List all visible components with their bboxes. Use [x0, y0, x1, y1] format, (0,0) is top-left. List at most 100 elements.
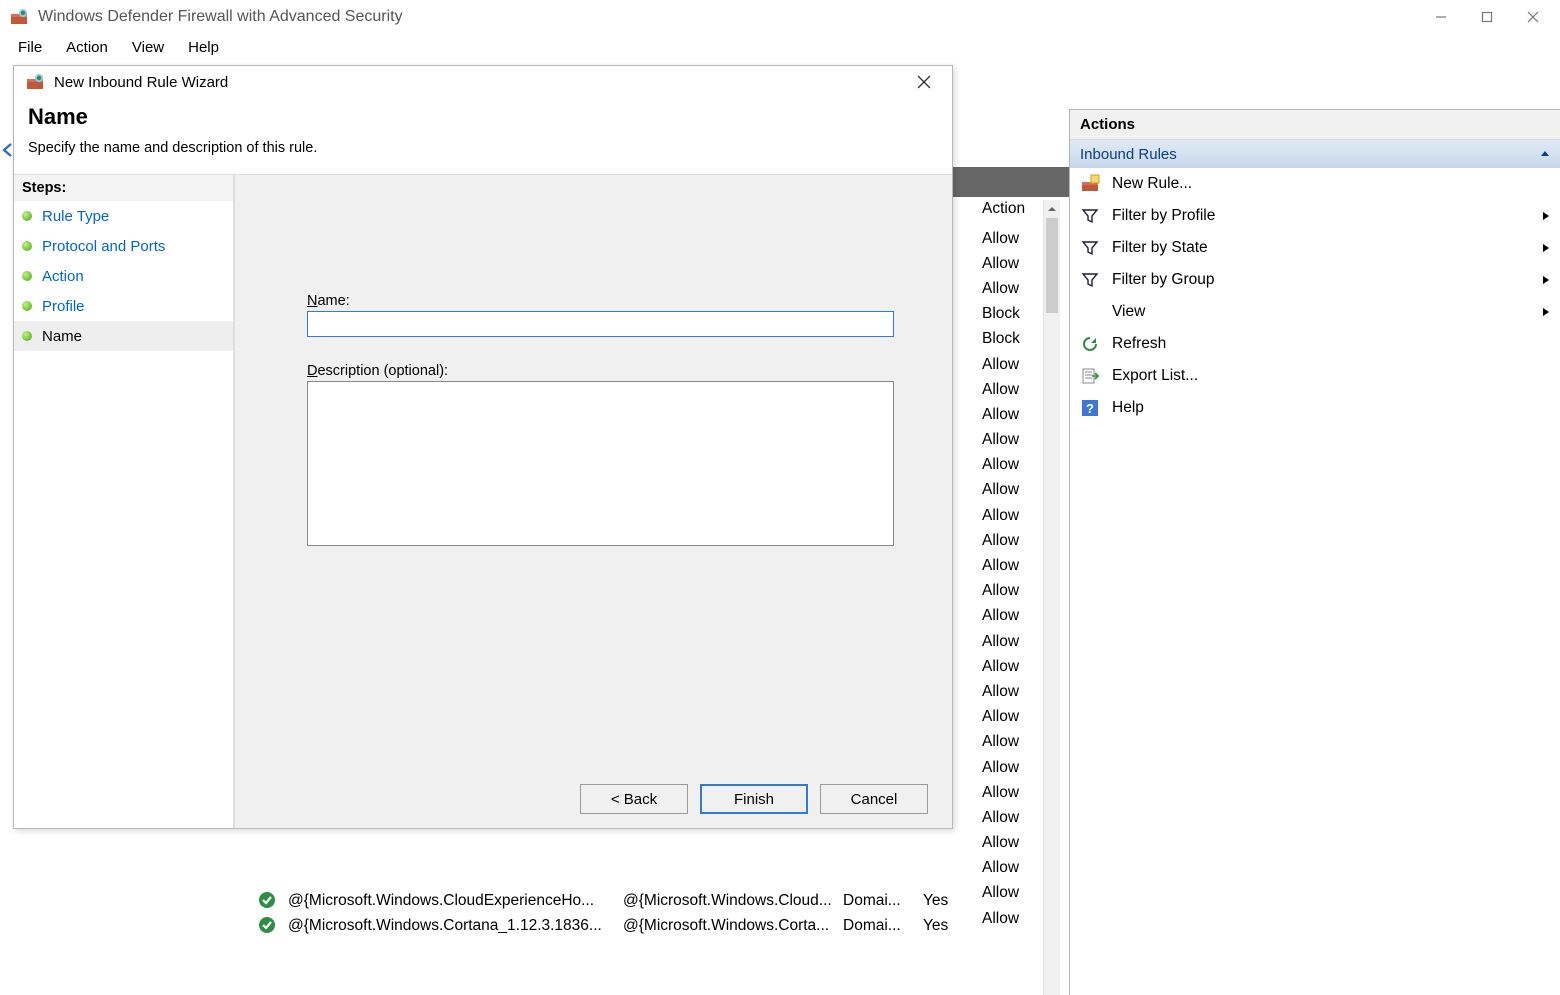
action-filter-group-label: Filter by Group: [1112, 271, 1215, 289]
rule-action-cell[interactable]: Allow: [980, 579, 1040, 604]
rules-list-scrollbar[interactable]: [1043, 200, 1060, 995]
wizard-title: New Inbound Rule Wizard: [54, 74, 228, 91]
rule-action-cell[interactable]: Allow: [980, 629, 1040, 654]
step-label: Action: [42, 268, 84, 285]
step-action[interactable]: Action: [14, 261, 233, 291]
rule-action-cell[interactable]: Allow: [980, 478, 1040, 503]
rule-action-cell[interactable]: Allow: [980, 226, 1040, 251]
submenu-arrow-icon: [1542, 275, 1550, 285]
firewall-app-icon: [10, 8, 28, 26]
action-view[interactable]: View: [1070, 296, 1560, 328]
action-refresh[interactable]: Refresh: [1070, 328, 1560, 360]
step-bullet-icon: [22, 301, 32, 311]
rule-action-cell[interactable]: Allow: [980, 780, 1040, 805]
new-inbound-rule-wizard: New Inbound Rule Wizard Name Specify the…: [13, 65, 953, 829]
rule-action-cell[interactable]: Allow: [980, 679, 1040, 704]
rule-action-cell[interactable]: Allow: [980, 276, 1040, 301]
rule-action-cell[interactable]: Allow: [980, 906, 1040, 931]
firewall-app-icon: [26, 73, 44, 91]
action-new-rule-label: New Rule...: [1112, 175, 1192, 193]
action-filter-state-label: Filter by State: [1112, 239, 1208, 257]
svg-text:?: ?: [1086, 401, 1094, 416]
step-label: Profile: [42, 298, 85, 315]
name-field-label: Name:: [307, 293, 894, 309]
toolbar-back-icon[interactable]: [0, 138, 14, 162]
scrollbar-thumb[interactable]: [1046, 218, 1058, 313]
action-help[interactable]: ? Help: [1070, 392, 1560, 424]
main-menu-bar: File Action View Help: [0, 34, 1560, 60]
rule-row[interactable]: @{Microsoft.Windows.CloudExperienceHo...…: [258, 888, 978, 913]
action-filter-by-group[interactable]: Filter by Group: [1070, 264, 1560, 296]
cancel-button[interactable]: Cancel: [820, 784, 928, 814]
step-name[interactable]: Name: [14, 321, 233, 351]
rule-row[interactable]: @{Microsoft.Windows.Cortana_1.12.3.1836.…: [258, 913, 978, 938]
action-view-label: View: [1112, 303, 1145, 321]
submenu-arrow-icon: [1542, 211, 1550, 221]
menu-help[interactable]: Help: [178, 37, 229, 58]
action-filter-by-state[interactable]: Filter by State: [1070, 232, 1560, 264]
wizard-content-pane: Name: Description (optional): < Back Fin…: [234, 175, 952, 828]
window-minimize-button[interactable]: [1418, 0, 1464, 34]
rule-action-cell[interactable]: Allow: [980, 881, 1040, 906]
main-window-title: Windows Defender Firewall with Advanced …: [38, 8, 403, 26]
rule-action-cell[interactable]: Block: [980, 327, 1040, 352]
window-maximize-button[interactable]: [1464, 0, 1510, 34]
step-rule-type[interactable]: Rule Type: [14, 201, 233, 231]
scroll-up-icon[interactable]: [1044, 200, 1060, 218]
window-close-button[interactable]: [1510, 0, 1556, 34]
rule-action-cell[interactable]: Allow: [980, 428, 1040, 453]
rule-action-cell[interactable]: Allow: [980, 831, 1040, 856]
rules-list-rows: @{Microsoft.Windows.CloudExperienceHo...…: [258, 888, 978, 938]
actions-pane: Actions Inbound Rules New Rule... Filter…: [1069, 109, 1560, 995]
action-filter-by-profile[interactable]: Filter by Profile: [1070, 200, 1560, 232]
menu-view[interactable]: View: [122, 37, 174, 58]
rule-action-cell[interactable]: Allow: [980, 604, 1040, 629]
step-bullet-icon: [22, 241, 32, 251]
rule-action-cell[interactable]: Allow: [980, 251, 1040, 276]
rule-action-cell[interactable]: Allow: [980, 654, 1040, 679]
wizard-steps-header: Steps:: [14, 175, 233, 201]
step-profile[interactable]: Profile: [14, 291, 233, 321]
rule-name-input[interactable]: [307, 311, 894, 337]
step-protocol-and-ports[interactable]: Protocol and Ports: [14, 231, 233, 261]
rule-action-cell[interactable]: Allow: [980, 453, 1040, 478]
column-header-action[interactable]: Action: [980, 200, 1040, 226]
rule-enabled-icon: [258, 891, 278, 911]
step-bullet-icon: [22, 211, 32, 221]
rule-profile-cell: Domai...: [843, 892, 913, 910]
menu-action[interactable]: Action: [56, 37, 118, 58]
finish-button[interactable]: Finish: [700, 784, 808, 814]
description-field-label: Description (optional):: [307, 363, 894, 379]
actions-section-inbound-rules[interactable]: Inbound Rules: [1070, 140, 1560, 168]
new-rule-icon: [1080, 174, 1100, 194]
step-bullet-icon: [22, 331, 32, 341]
step-label: Name: [42, 328, 82, 345]
rule-action-cell[interactable]: Allow: [980, 352, 1040, 377]
rule-action-cell[interactable]: Allow: [980, 705, 1040, 730]
rule-profile-cell: Domai...: [843, 917, 913, 935]
step-bullet-icon: [22, 271, 32, 281]
submenu-arrow-icon: [1542, 243, 1550, 253]
rule-action-cell[interactable]: Allow: [980, 402, 1040, 427]
wizard-close-button[interactable]: [904, 66, 944, 98]
rule-description-input[interactable]: [307, 381, 894, 546]
action-export-list[interactable]: Export List...: [1070, 360, 1560, 392]
rule-action-cell[interactable]: Allow: [980, 377, 1040, 402]
rule-action-cell[interactable]: Allow: [980, 856, 1040, 881]
action-new-rule[interactable]: New Rule...: [1070, 168, 1560, 200]
rule-action-cell[interactable]: Allow: [980, 503, 1040, 528]
rule-enabled-cell: Yes: [923, 892, 973, 910]
actions-section-label: Inbound Rules: [1080, 146, 1177, 163]
back-button[interactable]: < Back: [580, 784, 688, 814]
rule-action-cell[interactable]: Allow: [980, 805, 1040, 830]
filter-icon: [1080, 206, 1100, 226]
rule-action-cell[interactable]: Block: [980, 302, 1040, 327]
rule-action-cell[interactable]: Allow: [980, 755, 1040, 780]
blank-icon: [1080, 302, 1100, 322]
background-header-strip: [952, 167, 1072, 197]
collapse-icon: [1540, 149, 1550, 159]
rule-action-cell[interactable]: Allow: [980, 553, 1040, 578]
rule-action-cell[interactable]: Allow: [980, 730, 1040, 755]
menu-file[interactable]: File: [8, 37, 52, 58]
rule-action-cell[interactable]: Allow: [980, 528, 1040, 553]
